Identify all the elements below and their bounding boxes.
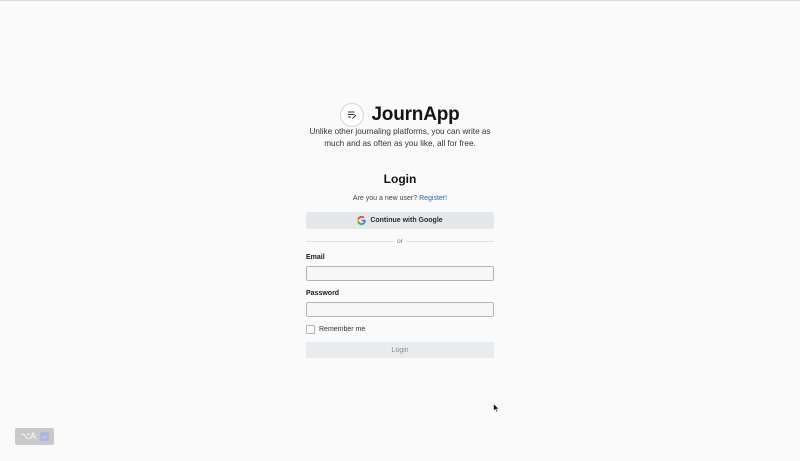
or-divider: or — [306, 236, 494, 246]
divider-text: or — [397, 237, 403, 245]
continue-with-google-button[interactable]: Continue with Google — [306, 212, 494, 229]
register-prompt: Are you a new user? Register! — [0, 195, 800, 202]
email-field[interactable] — [306, 266, 494, 281]
login-heading: Login — [383, 172, 417, 186]
mouse-cursor-icon — [493, 400, 500, 418]
divider-line-left — [306, 240, 394, 242]
remember-me-label[interactable]: Remember me — [319, 326, 365, 333]
new-user-text: Are you a new user? — [352, 195, 418, 202]
google-button-label: Continue with Google — [370, 217, 443, 224]
top-border — [0, 0, 800, 1]
remember-me-checkbox[interactable] — [306, 325, 315, 334]
brand-header: JournApp — [0, 103, 800, 127]
register-link[interactable]: Register! — [419, 195, 447, 202]
app-name: JournApp — [371, 104, 460, 125]
ime-shortcut-label: ⌥A — [20, 431, 36, 441]
app-tagline: Unlike other journaling platforms, you c… — [309, 127, 491, 148]
login-button[interactable]: Login — [306, 342, 494, 358]
notebook-pen-icon — [340, 103, 365, 127]
input-method-indicator[interactable]: ⌥A → — [15, 428, 54, 445]
password-label: Password — [306, 290, 340, 297]
password-field[interactable] — [306, 302, 494, 317]
remember-me-row[interactable]: Remember me — [306, 325, 365, 334]
google-icon — [357, 216, 367, 225]
divider-line-right — [406, 240, 494, 242]
arrow-right-icon: → — [39, 432, 49, 441]
email-label: Email — [306, 254, 325, 261]
